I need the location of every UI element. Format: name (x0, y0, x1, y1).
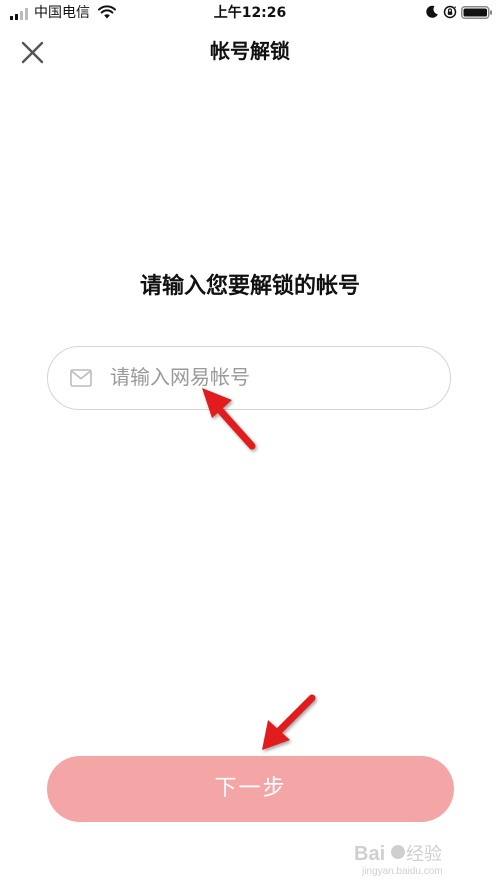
mail-icon (70, 369, 92, 387)
nav-bar: 帐号解锁 (0, 26, 500, 76)
battery-icon (461, 6, 492, 19)
account-input[interactable] (110, 357, 430, 397)
baidu-jingyan-watermark-icon: Bai 经验 jingyan.baidu.com (354, 843, 443, 877)
svg-text:经验: 经验 (406, 844, 442, 865)
svg-text:Bai: Bai (354, 843, 385, 865)
next-button[interactable]: 下一步 (47, 756, 454, 822)
orientation-lock-icon (443, 5, 457, 19)
svg-text:jingyan.baidu.com: jingyan.baidu.com (361, 866, 443, 877)
page-title: 帐号解锁 (210, 39, 290, 63)
status-bar: 中国电信 上午12:26 (0, 0, 500, 26)
do-not-disturb-icon (426, 5, 438, 18)
account-field[interactable] (47, 346, 451, 410)
annotation-arrow-icon (262, 694, 316, 750)
unlock-prompt: 请输入您要解锁的帐号 (139, 274, 360, 299)
